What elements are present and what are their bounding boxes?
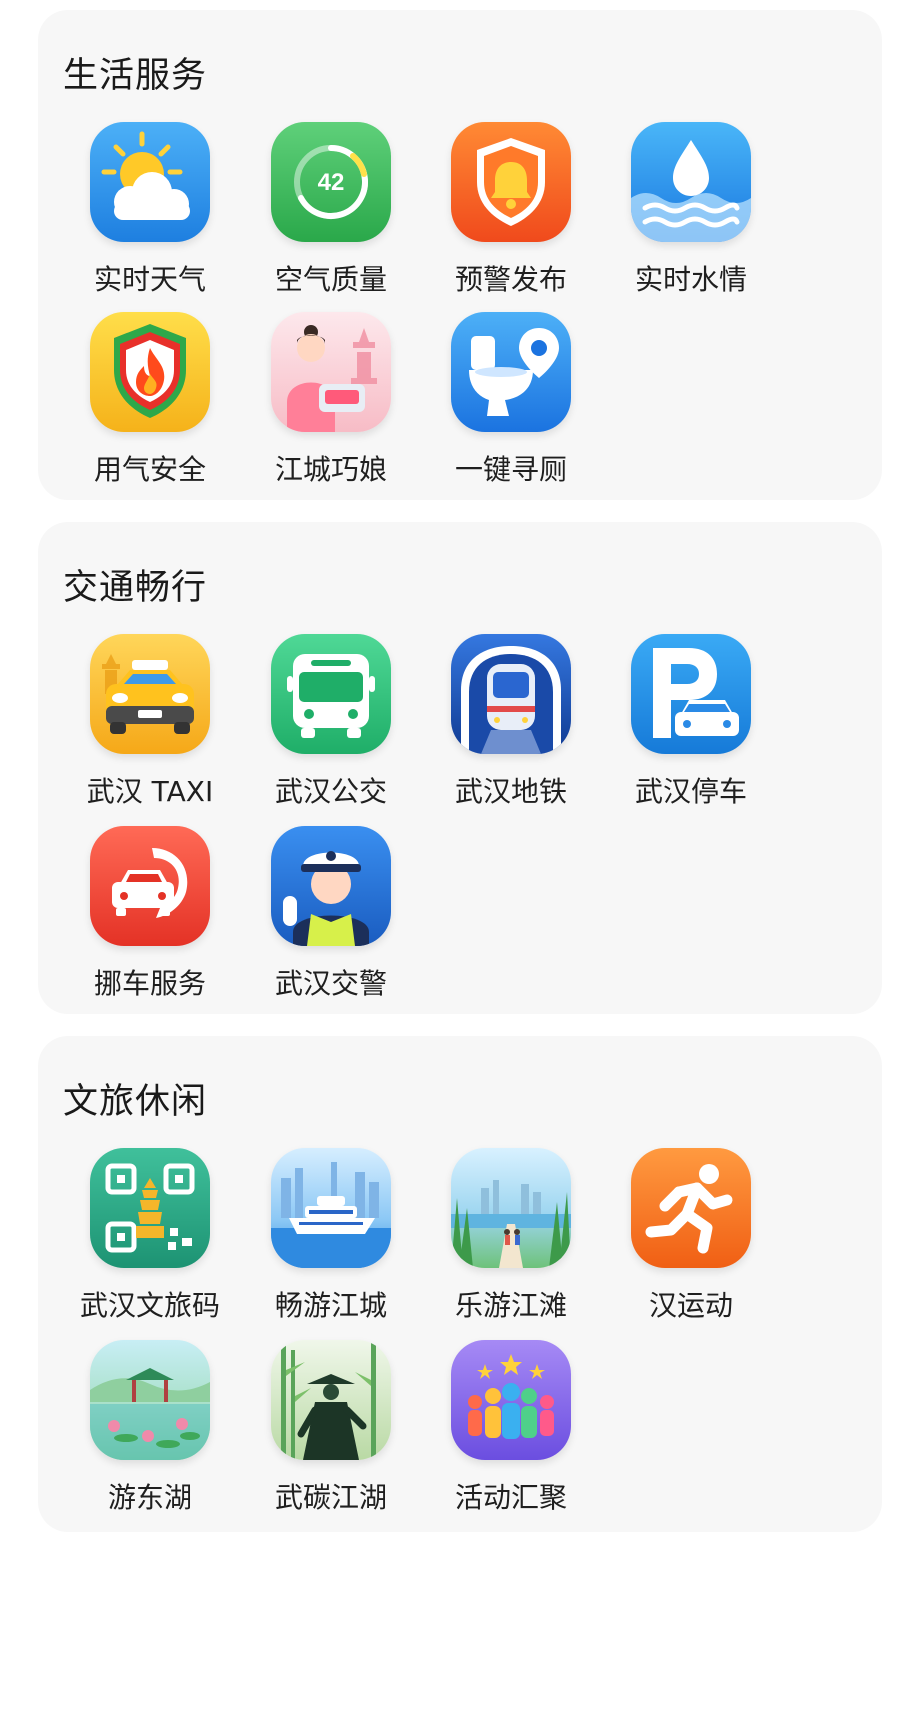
tile-label: 江城巧娘 (274, 453, 387, 486)
tile-water-info[interactable]: 实时水情 (593, 122, 789, 302)
traffic-police-icon (271, 826, 391, 946)
section-title: 生活服务 (63, 56, 208, 96)
east-lake-pavilion-icon (90, 1340, 210, 1460)
tile-label: 空气质量 (274, 263, 387, 296)
cruise-ship-icon (271, 1148, 391, 1268)
tile-cruise-city[interactable]: 畅游江城 (233, 1148, 429, 1328)
tile-han-sports[interactable]: 汉运动 (593, 1148, 789, 1328)
gas-safety-flame-shield-icon (90, 312, 210, 432)
section-culture-leisure: 文旅休闲 武汉文旅码 畅游江城 乐游江滩 汉运动 游东湖 武碳江湖 活动汇聚 (38, 1036, 882, 1532)
tile-label: 武汉 TAXI (86, 775, 214, 808)
weather-icon (90, 122, 210, 242)
tile-label: 实时水情 (634, 263, 747, 296)
tile-metro[interactable]: 武汉地铁 (413, 634, 609, 814)
air-quality-gauge-icon: 42 (271, 122, 391, 242)
tile-label: 武汉公交 (274, 775, 387, 808)
crowd-stars-icon (451, 1340, 571, 1460)
riverside-walk-icon (451, 1148, 571, 1268)
swordsman-bamboo-icon (271, 1340, 391, 1460)
tile-taxi[interactable]: 武汉 TAXI (52, 634, 248, 814)
tile-label: 挪车服务 (93, 967, 206, 1000)
tile-label: 一键寻厕 (454, 453, 567, 486)
section-title: 文旅休闲 (63, 1082, 208, 1122)
tile-bus[interactable]: 武汉公交 (233, 634, 429, 814)
tile-warning-release[interactable]: 预警发布 (413, 122, 609, 302)
tile-activities[interactable]: 活动汇聚 (413, 1340, 609, 1520)
section-traffic: 交通畅行 武汉 TAXI 武汉公交 武汉地铁 武汉停车 挪车服务 武汉交警 (38, 522, 882, 1014)
tile-label: 游东湖 (107, 1481, 192, 1514)
qr-code-tower-icon (90, 1148, 210, 1268)
tile-east-lake[interactable]: 游东湖 (52, 1340, 248, 1520)
runner-icon (631, 1148, 751, 1268)
warning-bell-shield-icon (451, 122, 571, 242)
metro-train-icon (451, 634, 571, 754)
tile-gas-safety[interactable]: 用气安全 (52, 312, 248, 492)
tile-realtime-weather[interactable]: 实时天气 (52, 122, 248, 302)
tile-label: 预警发布 (454, 263, 567, 296)
tile-air-quality[interactable]: 42 空气质量 (233, 122, 429, 302)
tile-label: 武汉地铁 (454, 775, 567, 808)
tile-move-car[interactable]: 挪车服务 (52, 826, 248, 1006)
aqi-value: 42 (318, 169, 345, 196)
taxi-icon (90, 634, 210, 754)
tile-label: 畅游江城 (274, 1289, 387, 1322)
tile-culture-code[interactable]: 武汉文旅码 (52, 1148, 248, 1328)
tile-label: 乐游江滩 (454, 1289, 567, 1322)
tile-carbon-jianghu[interactable]: 武碳江湖 (233, 1340, 429, 1520)
tile-parking[interactable]: 武汉停车 (593, 634, 789, 814)
tile-riverside[interactable]: 乐游江滩 (413, 1148, 609, 1328)
section-title: 交通畅行 (63, 568, 208, 608)
seamstress-icon (271, 312, 391, 432)
tile-seamstress[interactable]: 江城巧娘 (233, 312, 429, 492)
tile-label: 实时天气 (93, 263, 206, 296)
tile-find-toilet[interactable]: 一键寻厕 (413, 312, 609, 492)
bus-icon (271, 634, 391, 754)
tile-label: 武汉交警 (274, 967, 387, 1000)
tile-label: 汉运动 (648, 1289, 733, 1322)
tile-label: 用气安全 (93, 453, 206, 486)
tile-label: 武汉停车 (634, 775, 747, 808)
section-life-services: 生活服务 实时天气 42 空气质量 预警发布 实时水情 用气安全 江城巧娘 一键… (38, 10, 882, 500)
tile-label: 活动汇聚 (454, 1481, 567, 1514)
tile-label: 武碳江湖 (274, 1481, 387, 1514)
parking-icon (631, 634, 751, 754)
toilet-locator-icon (451, 312, 571, 432)
water-drop-icon (631, 122, 751, 242)
move-car-phone-icon (90, 826, 210, 946)
tile-traffic-police[interactable]: 武汉交警 (233, 826, 429, 1006)
tile-label: 武汉文旅码 (79, 1289, 220, 1322)
